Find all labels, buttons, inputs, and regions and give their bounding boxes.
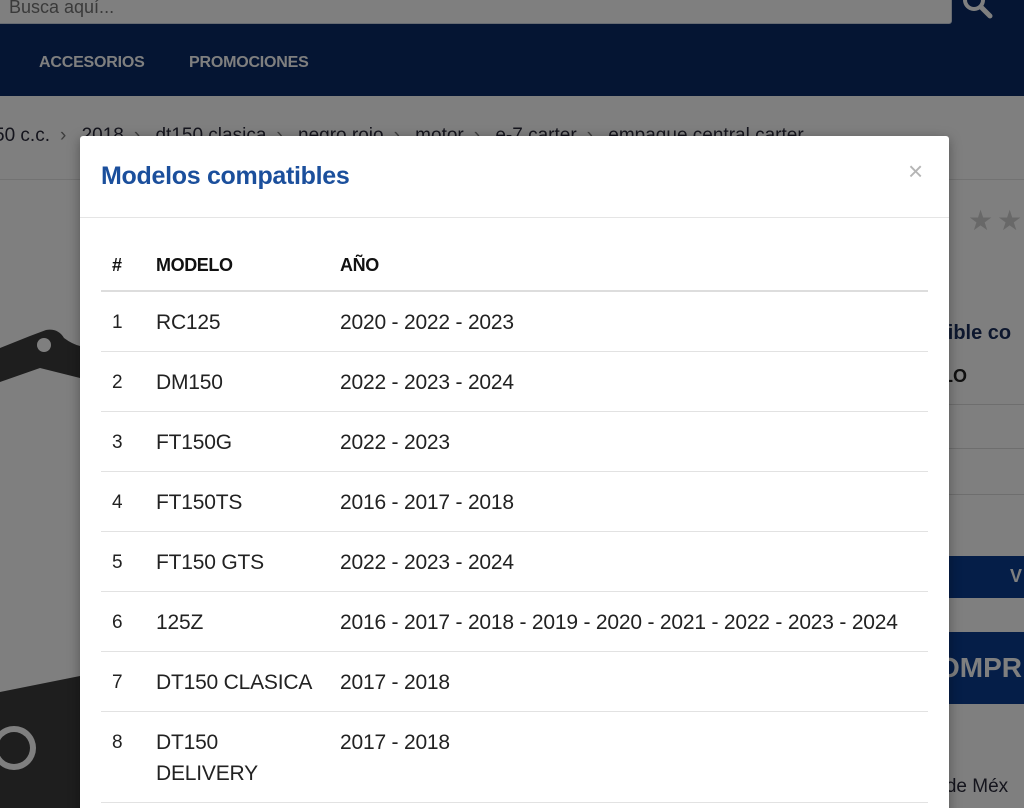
table-row: 5 FT150 GTS 2022 - 2023 - 2024 bbox=[101, 531, 928, 592]
row-num: 4 bbox=[101, 471, 156, 532]
modal-header: Modelos compatibles × bbox=[80, 136, 949, 218]
row-years: 2016 - 2017 - 2018 - 2019 - 2020 - 2021 … bbox=[340, 591, 928, 652]
table-row: 1 RC125 2020 - 2022 - 2023 bbox=[101, 291, 928, 352]
table-header-row: # MODELO AÑO bbox=[101, 240, 928, 292]
row-model: DT150 CLASICA bbox=[156, 651, 340, 712]
table-row: 6 125Z 2016 - 2017 - 2018 - 2019 - 2020 … bbox=[101, 591, 928, 652]
row-model: FT150 GTS bbox=[156, 531, 340, 592]
row-model: DM150 bbox=[156, 351, 340, 412]
row-years: 2022 - 2023 bbox=[340, 411, 928, 472]
compatible-models-table: # MODELO AÑO 1 RC125 2020 - 2022 - 2023 … bbox=[101, 240, 928, 803]
table-row: 7 DT150 CLASICA 2017 - 2018 bbox=[101, 651, 928, 712]
row-num: 1 bbox=[101, 291, 156, 352]
table-row: 4 FT150TS 2016 - 2017 - 2018 bbox=[101, 471, 928, 532]
compatible-models-modal: Modelos compatibles × # MODELO AÑO 1 RC1… bbox=[80, 136, 949, 808]
row-model: 125Z bbox=[156, 591, 340, 652]
table-row: 3 FT150G 2022 - 2023 bbox=[101, 411, 928, 472]
row-model: DT150 DELIVERY bbox=[156, 711, 340, 803]
row-num: 6 bbox=[101, 591, 156, 652]
column-header-model: MODELO bbox=[156, 240, 340, 292]
row-model: RC125 bbox=[156, 291, 340, 352]
row-model: FT150G bbox=[156, 411, 340, 472]
table-row: 8 DT150 DELIVERY 2017 - 2018 bbox=[101, 711, 928, 803]
row-years: 2022 - 2023 - 2024 bbox=[340, 351, 928, 412]
row-num: 5 bbox=[101, 531, 156, 592]
row-num: 7 bbox=[101, 651, 156, 712]
row-years: 2020 - 2022 - 2023 bbox=[340, 291, 928, 352]
close-icon[interactable]: × bbox=[908, 158, 923, 184]
column-header-num: # bbox=[101, 240, 156, 292]
row-num: 3 bbox=[101, 411, 156, 472]
column-header-year: AÑO bbox=[340, 240, 928, 292]
row-model: FT150TS bbox=[156, 471, 340, 532]
modal-title: Modelos compatibles bbox=[101, 162, 350, 190]
row-years: 2017 - 2018 bbox=[340, 711, 928, 803]
table-row: 2 DM150 2022 - 2023 - 2024 bbox=[101, 351, 928, 412]
row-years: 2022 - 2023 - 2024 bbox=[340, 531, 928, 592]
row-num: 8 bbox=[101, 711, 156, 803]
row-years: 2016 - 2017 - 2018 bbox=[340, 471, 928, 532]
row-num: 2 bbox=[101, 351, 156, 412]
row-years: 2017 - 2018 bbox=[340, 651, 928, 712]
